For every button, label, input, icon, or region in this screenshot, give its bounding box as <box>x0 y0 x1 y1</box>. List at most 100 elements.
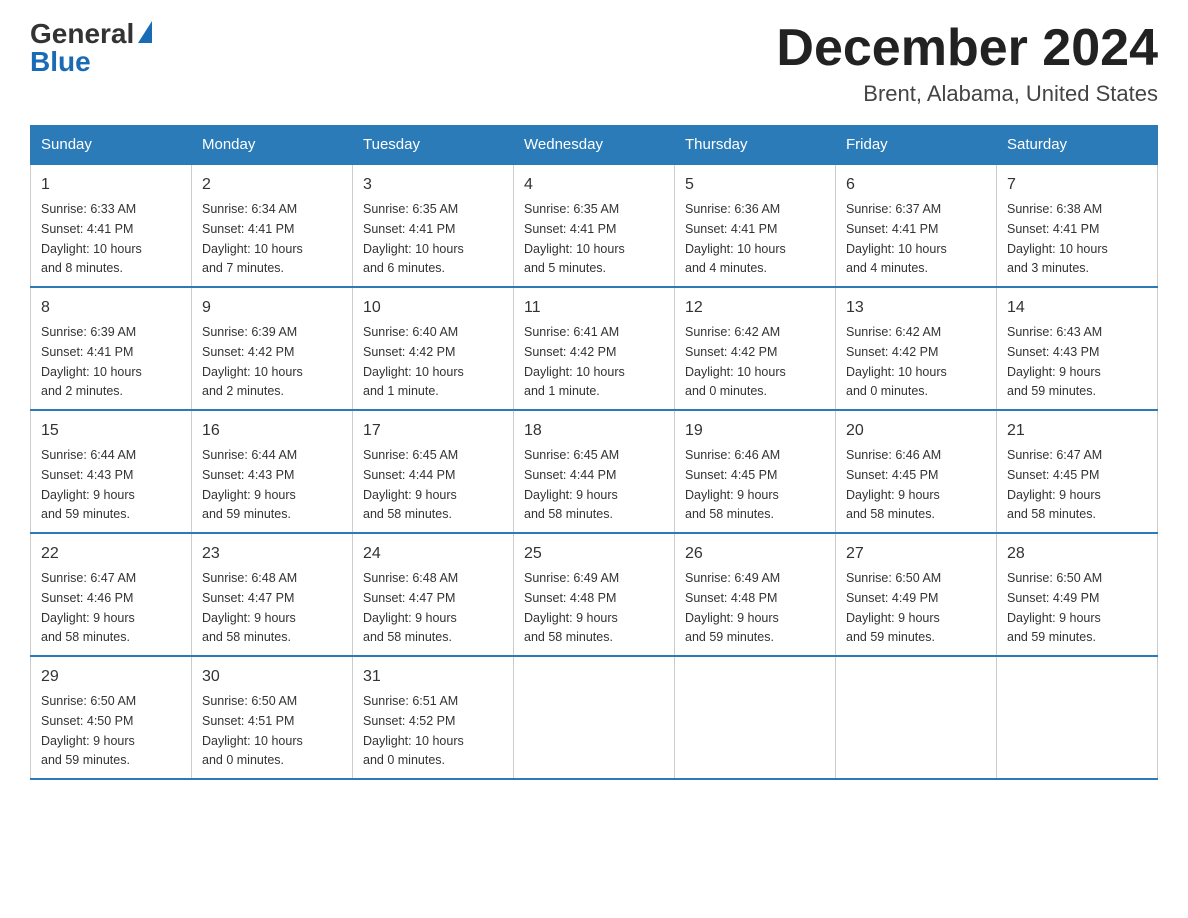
day-of-week-header: Tuesday <box>353 126 514 165</box>
calendar-day-cell: 10Sunrise: 6:40 AM Sunset: 4:42 PM Dayli… <box>353 287 514 410</box>
calendar-day-cell: 4 Sunrise: 6:35 AM Sunset: 4:41 PM Daylig… <box>514 164 675 287</box>
calendar-day-cell: 12Sunrise: 6:42 AM Sunset: 4:42 PM Dayli… <box>675 287 836 410</box>
calendar-day-cell <box>997 656 1158 779</box>
calendar-day-cell: 1 Sunrise: 6:33 AM Sunset: 4:41 PM Daylig… <box>31 164 192 287</box>
calendar-table: SundayMondayTuesdayWednesdayThursdayFrid… <box>30 125 1158 780</box>
day-number: 17 <box>363 419 503 443</box>
calendar-week-row: 15Sunrise: 6:44 AM Sunset: 4:43 PM Dayli… <box>31 410 1158 533</box>
day-sun-info: Sunrise: 6:39 AM Sunset: 4:41 PM Dayligh… <box>41 325 142 398</box>
day-sun-info: Sunrise: 6:38 AM Sunset: 4:41 PM Dayligh… <box>1007 202 1108 275</box>
day-of-week-header: Wednesday <box>514 126 675 165</box>
calendar-day-cell: 6Sunrise: 6:37 AM Sunset: 4:41 PM Daylig… <box>836 164 997 287</box>
day-number: 3 <box>363 173 503 197</box>
day-number: 28 <box>1007 542 1147 566</box>
day-number: 1 <box>41 173 181 197</box>
day-sun-info: Sunrise: 6:42 AM Sunset: 4:42 PM Dayligh… <box>846 325 947 398</box>
calendar-day-cell: 18 Sunrise: 6:45 AM Sunset: 4:44 PM Dayli… <box>514 410 675 533</box>
day-sun-info: Sunrise: 6:48 AM Sunset: 4:47 PM Dayligh… <box>363 571 458 644</box>
page-subtitle: Brent, Alabama, United States <box>776 81 1158 107</box>
calendar-week-row: 8 Sunrise: 6:39 AM Sunset: 4:41 PM Daylig… <box>31 287 1158 410</box>
logo: General Blue <box>30 20 152 76</box>
day-sun-info: Sunrise: 6:46 AM Sunset: 4:45 PM Dayligh… <box>685 448 780 521</box>
calendar-day-cell: 15Sunrise: 6:44 AM Sunset: 4:43 PM Dayli… <box>31 410 192 533</box>
day-sun-info: Sunrise: 6:50 AM Sunset: 4:49 PM Dayligh… <box>1007 571 1102 644</box>
day-sun-info: Sunrise: 6:35 AM Sunset: 4:41 PM Dayligh… <box>524 202 625 275</box>
day-number: 18 <box>524 419 664 443</box>
calendar-week-row: 22Sunrise: 6:47 AM Sunset: 4:46 PM Dayli… <box>31 533 1158 656</box>
calendar-day-cell: 26 Sunrise: 6:49 AM Sunset: 4:48 PM Dayli… <box>675 533 836 656</box>
day-sun-info: Sunrise: 6:33 AM Sunset: 4:41 PM Dayligh… <box>41 202 142 275</box>
calendar-day-cell: 28 Sunrise: 6:50 AM Sunset: 4:49 PM Dayli… <box>997 533 1158 656</box>
day-number: 20 <box>846 419 986 443</box>
calendar-day-cell <box>514 656 675 779</box>
calendar-day-cell: 9 Sunrise: 6:39 AM Sunset: 4:42 PM Daylig… <box>192 287 353 410</box>
logo-triangle-icon <box>138 21 152 43</box>
calendar-day-cell <box>836 656 997 779</box>
calendar-day-cell: 13 Sunrise: 6:42 AM Sunset: 4:42 PM Dayli… <box>836 287 997 410</box>
calendar-day-cell: 8 Sunrise: 6:39 AM Sunset: 4:41 PM Daylig… <box>31 287 192 410</box>
page-title: December 2024 <box>776 20 1158 77</box>
calendar-day-cell <box>675 656 836 779</box>
day-sun-info: Sunrise: 6:45 AM Sunset: 4:44 PM Dayligh… <box>363 448 458 521</box>
day-of-week-header: Sunday <box>31 126 192 165</box>
day-number: 15 <box>41 419 181 443</box>
day-number: 21 <box>1007 419 1147 443</box>
calendar-day-cell: 27Sunrise: 6:50 AM Sunset: 4:49 PM Dayli… <box>836 533 997 656</box>
calendar-day-cell: 31 Sunrise: 6:51 AM Sunset: 4:52 PM Dayli… <box>353 656 514 779</box>
calendar-day-cell: 17 Sunrise: 6:45 AM Sunset: 4:44 PM Dayli… <box>353 410 514 533</box>
day-sun-info: Sunrise: 6:50 AM Sunset: 4:51 PM Dayligh… <box>202 694 303 767</box>
day-sun-info: Sunrise: 6:46 AM Sunset: 4:45 PM Dayligh… <box>846 448 941 521</box>
day-number: 29 <box>41 665 181 689</box>
day-number: 8 <box>41 296 181 320</box>
day-of-week-header: Saturday <box>997 126 1158 165</box>
day-number: 23 <box>202 542 342 566</box>
calendar-day-cell: 16Sunrise: 6:44 AM Sunset: 4:43 PM Dayli… <box>192 410 353 533</box>
day-sun-info: Sunrise: 6:34 AM Sunset: 4:41 PM Dayligh… <box>202 202 303 275</box>
calendar-day-cell: 20 Sunrise: 6:46 AM Sunset: 4:45 PM Dayli… <box>836 410 997 533</box>
calendar-day-cell: 5Sunrise: 6:36 AM Sunset: 4:41 PM Daylig… <box>675 164 836 287</box>
calendar-day-cell: 29 Sunrise: 6:50 AM Sunset: 4:50 PM Dayli… <box>31 656 192 779</box>
day-number: 26 <box>685 542 825 566</box>
day-sun-info: Sunrise: 6:49 AM Sunset: 4:48 PM Dayligh… <box>685 571 780 644</box>
day-of-week-header: Thursday <box>675 126 836 165</box>
calendar-day-cell: 3 Sunrise: 6:35 AM Sunset: 4:41 PM Daylig… <box>353 164 514 287</box>
day-sun-info: Sunrise: 6:39 AM Sunset: 4:42 PM Dayligh… <box>202 325 303 398</box>
day-sun-info: Sunrise: 6:37 AM Sunset: 4:41 PM Dayligh… <box>846 202 947 275</box>
calendar-header-row: SundayMondayTuesdayWednesdayThursdayFrid… <box>31 126 1158 165</box>
calendar-day-cell: 7Sunrise: 6:38 AM Sunset: 4:41 PM Daylig… <box>997 164 1158 287</box>
day-sun-info: Sunrise: 6:49 AM Sunset: 4:48 PM Dayligh… <box>524 571 619 644</box>
day-number: 13 <box>846 296 986 320</box>
day-sun-info: Sunrise: 6:35 AM Sunset: 4:41 PM Dayligh… <box>363 202 464 275</box>
calendar-day-cell: 2Sunrise: 6:34 AM Sunset: 4:41 PM Daylig… <box>192 164 353 287</box>
day-number: 14 <box>1007 296 1147 320</box>
day-number: 25 <box>524 542 664 566</box>
day-of-week-header: Friday <box>836 126 997 165</box>
calendar-week-row: 29 Sunrise: 6:50 AM Sunset: 4:50 PM Dayli… <box>31 656 1158 779</box>
logo-general: General <box>30 20 134 48</box>
day-sun-info: Sunrise: 6:40 AM Sunset: 4:42 PM Dayligh… <box>363 325 464 398</box>
day-number: 4 <box>524 173 664 197</box>
day-sun-info: Sunrise: 6:50 AM Sunset: 4:50 PM Dayligh… <box>41 694 136 767</box>
day-number: 31 <box>363 665 503 689</box>
calendar-day-cell: 23 Sunrise: 6:48 AM Sunset: 4:47 PM Dayli… <box>192 533 353 656</box>
calendar-day-cell: 14Sunrise: 6:43 AM Sunset: 4:43 PM Dayli… <box>997 287 1158 410</box>
day-sun-info: Sunrise: 6:47 AM Sunset: 4:45 PM Dayligh… <box>1007 448 1102 521</box>
header: General Blue December 2024 Brent, Alabam… <box>30 20 1158 107</box>
day-number: 22 <box>41 542 181 566</box>
day-number: 12 <box>685 296 825 320</box>
day-number: 19 <box>685 419 825 443</box>
calendar-day-cell: 25 Sunrise: 6:49 AM Sunset: 4:48 PM Dayli… <box>514 533 675 656</box>
day-sun-info: Sunrise: 6:41 AM Sunset: 4:42 PM Dayligh… <box>524 325 625 398</box>
calendar-week-row: 1 Sunrise: 6:33 AM Sunset: 4:41 PM Daylig… <box>31 164 1158 287</box>
day-number: 16 <box>202 419 342 443</box>
day-sun-info: Sunrise: 6:48 AM Sunset: 4:47 PM Dayligh… <box>202 571 297 644</box>
calendar-day-cell: 21 Sunrise: 6:47 AM Sunset: 4:45 PM Dayli… <box>997 410 1158 533</box>
day-sun-info: Sunrise: 6:50 AM Sunset: 4:49 PM Dayligh… <box>846 571 941 644</box>
day-number: 30 <box>202 665 342 689</box>
day-number: 11 <box>524 296 664 320</box>
day-sun-info: Sunrise: 6:45 AM Sunset: 4:44 PM Dayligh… <box>524 448 619 521</box>
logo-blue: Blue <box>30 48 91 76</box>
day-sun-info: Sunrise: 6:36 AM Sunset: 4:41 PM Dayligh… <box>685 202 786 275</box>
day-number: 9 <box>202 296 342 320</box>
day-sun-info: Sunrise: 6:51 AM Sunset: 4:52 PM Dayligh… <box>363 694 464 767</box>
